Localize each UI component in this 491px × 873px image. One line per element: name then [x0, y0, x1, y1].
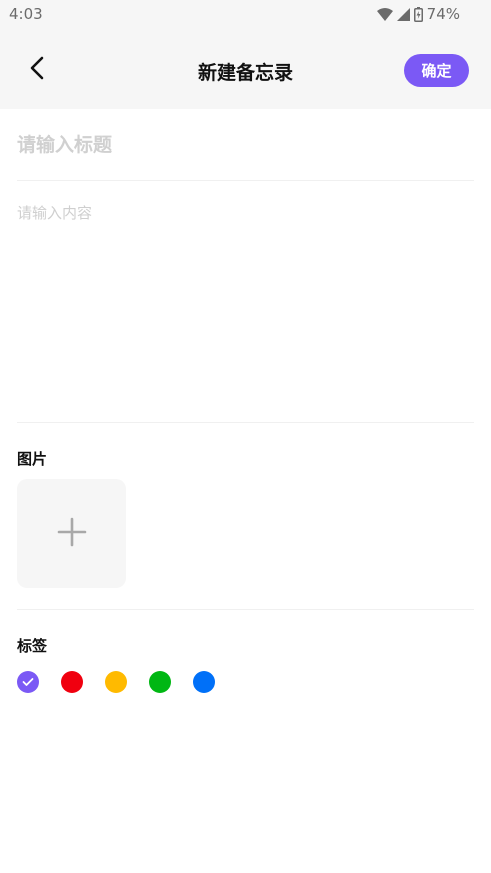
tag-color-option[interactable] [149, 671, 171, 693]
images-label: 图片 [17, 450, 48, 468]
confirm-button[interactable]: 确定 [404, 54, 469, 87]
divider [17, 609, 474, 610]
wifi-icon [376, 7, 393, 21]
battery-percent: 74% [426, 5, 460, 23]
divider [17, 180, 474, 181]
check-icon [22, 678, 34, 686]
tag-color-option[interactable] [17, 671, 39, 693]
app-header: 新建备忘录 确定 [0, 28, 491, 109]
tags-label: 标签 [17, 637, 48, 655]
status-bar: 4:03 74% [0, 0, 491, 28]
tag-color-option[interactable] [193, 671, 215, 693]
tag-color-option[interactable] [105, 671, 127, 693]
content-input[interactable] [17, 202, 474, 402]
status-icons: 74% [376, 5, 460, 23]
plus-icon [57, 517, 87, 551]
tag-color-option[interactable] [61, 671, 83, 693]
divider [17, 422, 474, 423]
add-image-button[interactable] [17, 479, 126, 588]
tag-color-list [17, 671, 215, 693]
title-input[interactable] [17, 128, 474, 162]
signal-icon [396, 7, 410, 21]
status-time: 4:03 [9, 5, 43, 23]
battery-icon [413, 6, 423, 22]
